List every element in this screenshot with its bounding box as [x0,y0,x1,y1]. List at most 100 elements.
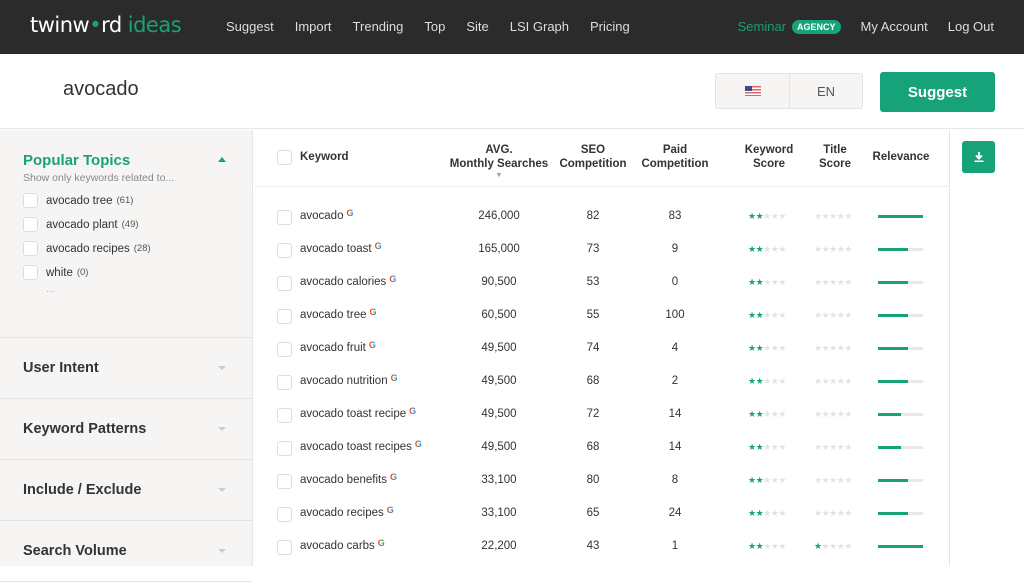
row-checkbox[interactable] [277,210,292,225]
download-button[interactable] [962,141,995,173]
filter-user-intent[interactable]: User Intent [0,338,252,399]
google-icon[interactable]: G [390,472,397,482]
col-relevance[interactable]: Relevance [870,150,932,164]
table-row[interactable]: avocado recipes G 33,100 65 24 ★★★★★ ★★★… [254,498,950,531]
topic-item[interactable]: avocado recipes (28) [23,241,229,256]
table-row[interactable]: avocado toast G 165,000 73 9 ★★★★★ ★★★★★ [254,234,950,267]
table-row[interactable]: avocado benefits G 33,100 80 8 ★★★★★ ★★★… [254,465,950,498]
relevance-fill [878,215,923,218]
row-checkbox[interactable] [277,474,292,489]
google-icon[interactable]: G [415,439,422,449]
topic-checkbox[interactable] [23,217,38,232]
keyword-cell[interactable]: avocado benefits G [300,472,397,486]
nav-top[interactable]: Top [424,19,445,34]
table-row[interactable]: avocado toast recipes G 49,500 68 14 ★ ★ ★… [254,432,950,465]
keyword-text[interactable]: avocado benefits [300,474,387,486]
nav-log-out[interactable]: Log Out [948,19,994,34]
topic-checkbox[interactable] [23,265,38,280]
keyword-cell[interactable]: avocado carbs G [300,538,385,552]
keyword-cell[interactable]: avocado recipes G [300,505,394,519]
row-checkbox[interactable] [277,375,292,390]
table-row[interactable]: avocado calories G 90,500 53 0 ★★★★★ ★★★… [254,267,950,300]
table-row[interactable]: avocado toast recipe G 49,500 72 14 ★ ★ ★ ★… [254,399,950,432]
table-row[interactable]: avocado fruit G 49,500 74 4 ★★★★★ ★★★★★ [254,333,950,366]
suggest-button[interactable]: Suggest [880,72,995,112]
nav-import[interactable]: Import [295,19,332,34]
keyword-text[interactable]: avocado toast [300,243,372,255]
keyword-cell[interactable]: avocado nutrition G [300,373,398,387]
country-selector[interactable] [716,74,790,108]
filter-keyword-patterns[interactable]: Keyword Patterns [0,399,252,460]
google-icon[interactable]: G [409,406,416,416]
keyword-cell[interactable]: avocado toast recipe G [300,406,416,420]
table-row[interactable]: avocado tree G 60,500 55 100 ★★★★★ ★★★★★ [254,300,950,333]
topic-checkbox[interactable] [23,193,38,208]
col-paid-competition[interactable]: Paid Competition [634,143,716,171]
keyword-text[interactable]: avocado toast recipe [300,408,406,420]
header-text: Paid [662,144,688,156]
keyword-search-input[interactable] [63,78,563,101]
language-selector[interactable]: EN [790,74,862,108]
google-icon[interactable]: G [375,241,382,251]
keyword-cell[interactable]: avocado tree G [300,307,377,321]
nav-my-account[interactable]: My Account [861,19,928,34]
nav-suggest[interactable]: Suggest [226,19,274,34]
topic-item[interactable]: white (0) [23,265,229,280]
google-icon[interactable]: G [391,373,398,383]
row-checkbox[interactable] [277,342,292,357]
filter-search-volume[interactable]: Search Volume [0,521,252,582]
google-icon[interactable]: G [370,307,377,317]
table-row[interactable]: avocado nutrition G 49,500 68 2 ★★★★★ ★★… [254,366,950,399]
keyword-text[interactable]: avocado recipes [300,507,384,519]
row-checkbox[interactable] [277,276,292,291]
nav-trending[interactable]: Trending [353,19,404,34]
keyword-cell[interactable]: avocado toast recipes G [300,439,422,453]
collapse-caret-icon[interactable] [218,157,226,162]
google-icon[interactable]: G [369,340,376,350]
popular-topics-title[interactable]: Popular Topics [23,152,229,169]
keyword-text[interactable]: avocado tree [300,309,367,321]
row-checkbox[interactable] [277,441,292,456]
row-checkbox[interactable] [277,309,292,324]
more-topics[interactable]: ... [46,284,229,295]
table-row[interactable]: avocado G 246,000 82 83 ★★★★★ ★★★★★ [254,201,950,234]
google-icon[interactable]: G [378,538,385,548]
star-icon: ★ [844,475,852,485]
logo[interactable]: twinw•rd ideas [30,13,182,37]
google-icon[interactable]: G [389,274,396,284]
row-checkbox[interactable] [277,540,292,555]
filter-include-exclude[interactable]: Include / Exclude [0,460,252,521]
nav-site[interactable]: Site [466,19,488,34]
select-all-checkbox[interactable] [277,150,292,165]
keyword-cell[interactable]: avocado G [300,208,354,222]
row-checkbox[interactable] [277,408,292,423]
row-checkbox[interactable] [277,243,292,258]
star-icon: ★ [829,376,837,386]
col-monthly-searches[interactable]: AVG. Monthly Searches ▼ [444,143,554,180]
keyword-text[interactable]: avocado carbs [300,540,375,552]
keyword-text[interactable]: avocado calories [300,276,386,288]
keyword-text[interactable]: avocado [300,210,343,222]
star-icon: ★ [844,310,852,320]
col-keyword[interactable]: Keyword [300,150,349,164]
col-seo-competition[interactable]: SEO Competition [552,143,634,171]
keyword-text[interactable]: avocado nutrition [300,375,388,387]
keyword-cell[interactable]: avocado toast G [300,241,382,255]
table-row[interactable]: avocado carbs G 22,200 43 1 ★★★★★ ★★★★★ [254,531,950,564]
keyword-cell[interactable]: avocado calories G [300,274,396,288]
col-keyword-score[interactable]: Keyword Score [734,143,804,171]
nav-pricing[interactable]: Pricing [590,19,630,34]
topic-item[interactable]: avocado plant (49) [23,217,229,232]
col-title-score[interactable]: Title Score [810,143,860,171]
topic-checkbox[interactable] [23,241,38,256]
row-checkbox[interactable] [277,507,292,522]
topic-item[interactable]: avocado tree (61) [23,193,229,208]
google-icon[interactable]: G [387,505,394,515]
nav-lsi-graph[interactable]: LSI Graph [510,19,569,34]
keyword-cell[interactable]: avocado fruit G [300,340,376,354]
keyword-text[interactable]: avocado toast recipes [300,441,412,453]
nav-seminar[interactable]: Seminar [738,19,786,34]
keyword-text[interactable]: avocado fruit [300,342,366,354]
google-icon[interactable]: G [346,208,353,218]
star-icon: ★ [748,376,756,386]
